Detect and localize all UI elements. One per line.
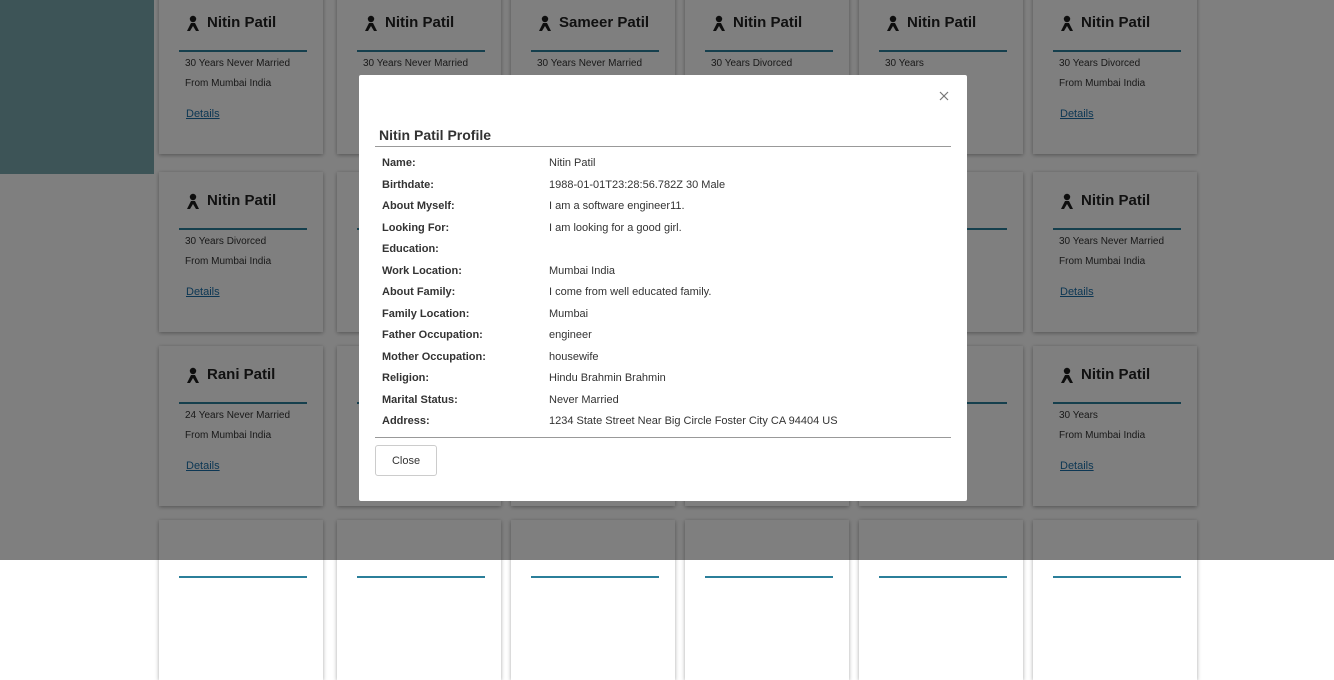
profile-row: Mother Occupation: housewife	[375, 347, 951, 369]
field-value: Mumbai India	[549, 264, 616, 277]
profile-modal: Nitin Patil Profile Name: Nitin Patil Birt…	[359, 75, 967, 501]
field-value: Hindu Brahmin Brahmin	[549, 372, 666, 384]
profile-row: Address: 1234 State Street Near Big Circl…	[375, 411, 951, 433]
profile-row: Marital Status: Never Married	[375, 390, 951, 412]
profile-row: Education:	[375, 239, 951, 261]
profile-row: About Family: I come from well educated f…	[375, 282, 951, 304]
profile-row: About Myself: I am a software engineer11.	[375, 196, 951, 218]
profile-details: Name: Nitin Patil Birthdate: 1988-01-01T23:…	[375, 153, 951, 433]
divider	[375, 437, 951, 438]
field-label: Mother Occupation:	[382, 350, 486, 363]
profile-row: Name: Nitin Patil	[375, 153, 951, 175]
field-value: Mumbai	[549, 307, 589, 320]
field-value: engineer	[549, 329, 592, 341]
close-icon[interactable]	[937, 89, 951, 103]
divider	[375, 146, 951, 147]
field-value: I come from well educated family.	[549, 286, 712, 298]
modal-title: Nitin Patil Profile	[379, 127, 492, 143]
page: Nitin Patil30 Years Never MarriedFrom Mu…	[0, 0, 1334, 680]
field-value: Never Married	[549, 393, 619, 406]
field-label: Family Location:	[382, 307, 470, 320]
profile-row: Family Location: Mumbai	[375, 304, 951, 326]
profile-row: Birthdate: 1988-01-01T23:28:56.782Z 30 Ma…	[375, 175, 951, 197]
field-value: 1988-01-01T23:28:56.782Z 30 Male	[549, 178, 726, 191]
field-value: housewife	[549, 350, 599, 363]
field-label: Looking For:	[382, 221, 450, 234]
field-label: Name:	[382, 157, 416, 169]
field-label: About Family:	[382, 286, 456, 298]
field-label: Father Occupation:	[382, 329, 483, 341]
profile-row: Religion: Hindu Brahmin Brahmin	[375, 368, 951, 390]
field-label: About Myself:	[382, 200, 455, 212]
field-value: Nitin Patil	[549, 157, 596, 169]
field-label: Marital Status:	[382, 393, 458, 406]
field-label: Religion:	[382, 372, 430, 384]
field-label: Work Location:	[382, 264, 462, 277]
close-button[interactable]: Close	[375, 445, 437, 476]
field-value: I am looking for a good girl.	[549, 221, 682, 234]
field-label: Address:	[382, 415, 430, 427]
field-label: Education:	[382, 243, 439, 255]
field-value: 1234 State Street Near Big Circle Foster…	[549, 415, 838, 427]
field-label: Birthdate:	[382, 178, 434, 191]
profile-row: Father Occupation: engineer	[375, 325, 951, 347]
profile-row: Work Location: Mumbai India	[375, 261, 951, 283]
profile-row: Looking For: I am looking for a good girl…	[375, 218, 951, 240]
field-value: I am a software engineer11.	[549, 200, 685, 212]
